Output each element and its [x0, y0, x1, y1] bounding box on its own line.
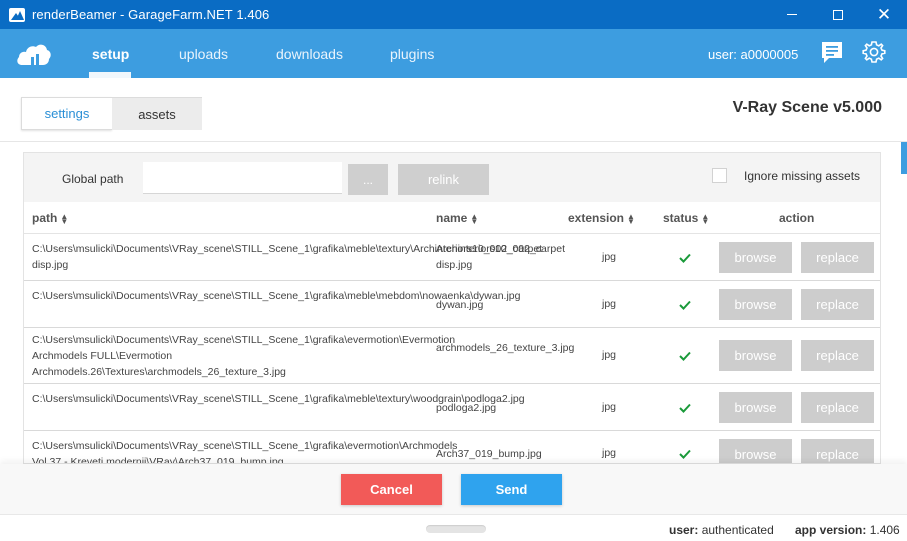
global-path-label: Global path	[62, 172, 124, 186]
asset-extension: jpg	[601, 447, 616, 459]
status-bar: user: authenticated app version: 1.406	[0, 514, 907, 541]
replace-button[interactable]: replace	[801, 392, 874, 423]
footer-action-bar	[0, 464, 907, 514]
maximize-icon	[833, 9, 843, 20]
relink-button[interactable]: relink	[398, 164, 489, 195]
sort-icon: ▲ ▼	[60, 211, 69, 226]
checkmark-icon	[679, 351, 691, 361]
replace-button[interactable]: replace	[801, 242, 874, 273]
asset-name: archmodels_26_texture_3.jpg	[436, 342, 575, 354]
status-version-value: 1.406	[869, 523, 900, 537]
replace-button[interactable]: replace	[801, 439, 874, 463]
checkmark-icon	[679, 449, 691, 459]
asset-path: C:\Users\msulicki\Documents\VRay_scene\S…	[32, 393, 525, 405]
column-header-label: path	[32, 211, 58, 225]
table-row: C:\Users\msulicki\Documents\VRay_scene\S…	[24, 281, 880, 328]
table-header: path ▲ ▼ name ▲ ▼ extension ▲ ▼ status ▲ ▼ actio…	[24, 202, 880, 234]
asset-path: C:\Users\msulicki\Documents\VRay_scene\S…	[32, 440, 458, 464]
checkmark-icon	[679, 403, 691, 413]
asset-path: C:\Users\msulicki\Documents\VRay_scene\S…	[32, 243, 543, 271]
cloud-logo-icon[interactable]	[16, 41, 52, 67]
column-header-label: name	[436, 211, 468, 225]
status-app-version: app version: 1.406	[795, 523, 900, 537]
sub-tabs: settings assets	[21, 97, 202, 130]
close-icon: ✕	[876, 5, 892, 24]
ignore-missing-label: Ignore missing assets	[744, 169, 861, 183]
header-divider	[0, 141, 907, 142]
replace-button[interactable]: replace	[801, 289, 874, 320]
status-user-key: user:	[669, 523, 699, 537]
asset-path: C:\Users\msulicki\Documents\VRay_scene\S…	[32, 334, 456, 378]
sort-icon: ▲ ▼	[627, 211, 635, 226]
table-row: C:\Users\msulicki\Documents\VRay_scene\S…	[24, 328, 880, 384]
app-logo-icon	[9, 7, 25, 22]
asset-extension: jpg	[601, 251, 616, 263]
nav-tab-uploads[interactable]: uploads	[179, 46, 228, 62]
column-header-label: extension	[568, 211, 625, 225]
table-row: C:\Users\msulicki\Documents\VRay_scene\S…	[24, 431, 880, 464]
checkmark-icon	[679, 300, 691, 310]
table-row: C:\Users\msulicki\Documents\VRay_scene\S…	[24, 384, 880, 431]
window-controls: ✕	[769, 0, 907, 29]
global-path-input[interactable]	[143, 162, 342, 194]
scene-title: V-Ray Scene v5.000	[732, 99, 882, 116]
checkmark-icon	[679, 253, 691, 263]
send-button[interactable]: Send	[461, 474, 562, 505]
chat-icon[interactable]	[821, 41, 843, 65]
cancel-button[interactable]: Cancel	[341, 474, 442, 505]
nav-user-label: user: a0000005	[708, 47, 799, 62]
column-header-extension[interactable]: extension ▲ ▼	[568, 211, 635, 225]
scrollbar-thumb[interactable]	[901, 142, 907, 174]
browse-button[interactable]: browse	[719, 242, 792, 273]
nav-tab-downloads[interactable]: downloads	[276, 46, 343, 62]
window-title: renderBeamer - GarageFarm.NET 1.406	[32, 7, 270, 22]
global-path-browse-button[interactable]: ...	[348, 164, 388, 195]
asset-name: Archinteriors10_002_carpet disp.jpg	[436, 243, 565, 271]
active-tab-indicator	[89, 72, 131, 78]
sort-icon: ▲ ▼	[701, 211, 710, 226]
status-user: user: authenticated	[669, 523, 774, 537]
asset-extension: jpg	[601, 298, 616, 310]
browse-button[interactable]: browse	[719, 439, 792, 463]
gear-icon[interactable]	[862, 40, 886, 64]
asset-name: podloga2.jpg	[436, 402, 497, 414]
ignore-missing-checkbox[interactable]	[712, 168, 727, 183]
column-header-status[interactable]: status ▲ ▼	[663, 211, 709, 225]
minimize-icon	[787, 14, 797, 15]
asset-name: Arch37_019_bump.jpg	[436, 448, 542, 460]
browse-button[interactable]: browse	[719, 392, 792, 423]
asset-path: C:\Users\msulicki\Documents\VRay_scene\S…	[32, 290, 521, 302]
status-version-key: app version:	[795, 523, 867, 537]
column-header-name[interactable]: name ▲ ▼	[436, 211, 478, 225]
close-button[interactable]: ✕	[861, 0, 907, 29]
nav-tab-plugins[interactable]: plugins	[390, 46, 434, 62]
asset-name: dywan.jpg	[436, 299, 484, 311]
title-bar: renderBeamer - GarageFarm.NET 1.406 ✕	[0, 0, 907, 29]
column-header-action: action	[779, 211, 815, 225]
status-user-value: authenticated	[701, 523, 774, 537]
table-row: C:\Users\msulicki\Documents\VRay_scene\S…	[24, 234, 880, 281]
tab-settings[interactable]: settings	[21, 97, 112, 130]
replace-button[interactable]: replace	[801, 340, 874, 371]
browse-button[interactable]: browse	[719, 340, 792, 371]
sort-icon: ▲ ▼	[470, 211, 479, 226]
browse-button[interactable]: browse	[719, 289, 792, 320]
asset-extension: jpg	[601, 401, 616, 413]
column-header-label: status	[663, 211, 699, 225]
asset-extension: jpg	[601, 349, 616, 361]
main-nav: setup uploads downloads plugins user: a0…	[0, 29, 907, 78]
minimize-button[interactable]	[769, 0, 815, 29]
maximize-button[interactable]	[815, 0, 861, 29]
assets-panel: Global path ... relink Ignore missing as…	[23, 152, 881, 464]
column-header-path[interactable]: path ▲ ▼	[32, 211, 68, 225]
assets-table: path ▲ ▼ name ▲ ▼ extension ▲ ▼ status ▲ ▼ actio…	[24, 202, 880, 464]
tab-assets[interactable]: assets	[112, 97, 202, 130]
resize-handle[interactable]	[426, 525, 486, 533]
nav-tab-setup[interactable]: setup	[92, 46, 129, 62]
